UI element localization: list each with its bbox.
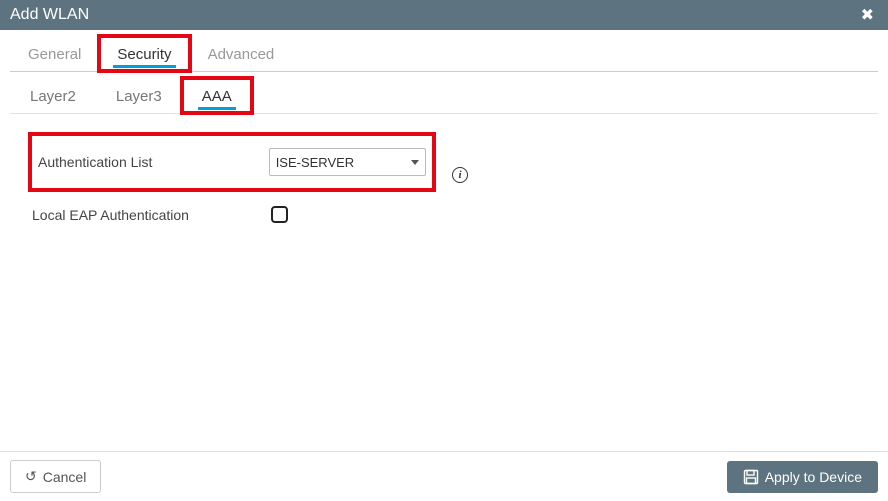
tab-security[interactable]: Security [99, 36, 189, 71]
tabs-primary: General Security Advanced [10, 36, 878, 72]
save-icon [743, 469, 759, 485]
local-eap-checkbox[interactable] [271, 206, 288, 223]
cancel-button[interactable]: ↺ Cancel [10, 460, 101, 493]
undo-icon: ↺ [25, 468, 37, 485]
close-icon[interactable]: ✖ [857, 5, 878, 25]
tab-layer3[interactable]: Layer3 [96, 78, 182, 113]
tabs-secondary: Layer2 Layer3 AAA [10, 78, 878, 114]
tab-general[interactable]: General [10, 36, 99, 71]
authentication-list-value: ISE-SERVER [276, 155, 355, 170]
apply-button[interactable]: Apply to Device [727, 461, 878, 493]
chevron-down-icon [411, 160, 419, 165]
authentication-list-label: Authentication List [38, 154, 269, 170]
cancel-button-label: Cancel [43, 469, 87, 485]
footer: ↺ Cancel Apply to Device [0, 451, 888, 501]
authentication-list-row: Authentication List ISE-SERVER [28, 132, 436, 192]
info-icon[interactable]: i [452, 167, 468, 183]
tab-aaa[interactable]: AAA [182, 78, 252, 113]
tab-advanced[interactable]: Advanced [190, 36, 293, 71]
local-eap-label: Local EAP Authentication [32, 207, 271, 223]
window-title: Add WLAN [10, 6, 89, 24]
content-area: General Security Advanced Layer2 Layer3 … [0, 30, 888, 451]
authentication-list-select[interactable]: ISE-SERVER [269, 148, 426, 176]
apply-button-label: Apply to Device [765, 469, 862, 485]
tab-layer2[interactable]: Layer2 [10, 78, 96, 113]
titlebar: Add WLAN ✖ [0, 0, 888, 30]
local-eap-row: Local EAP Authentication [32, 206, 878, 223]
